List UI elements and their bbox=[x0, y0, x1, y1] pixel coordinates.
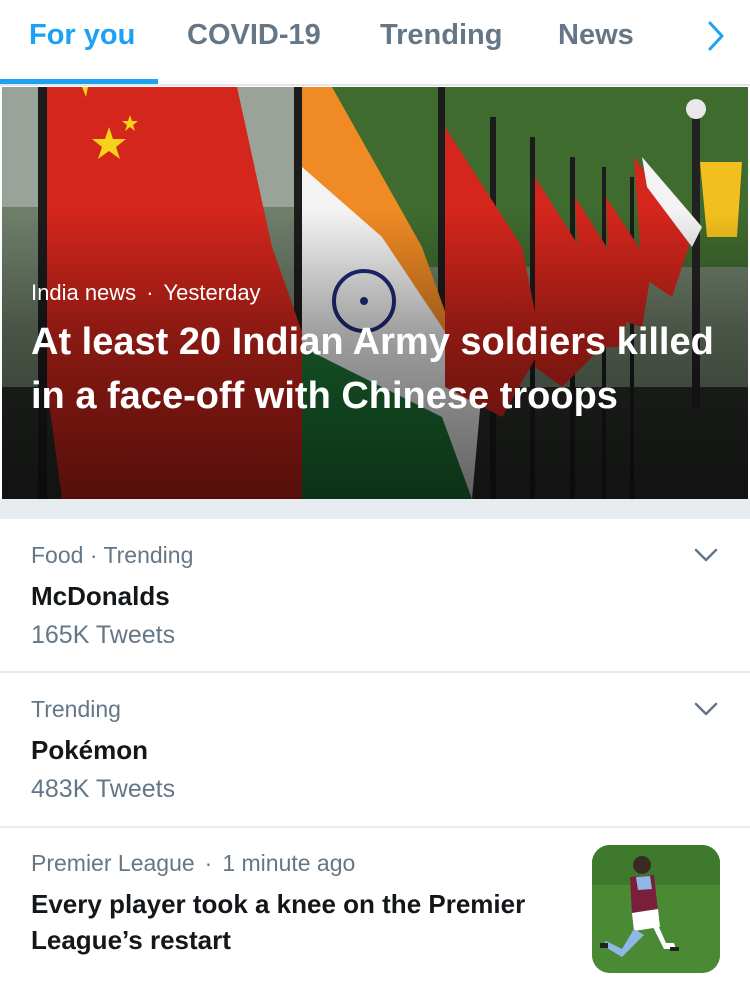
chevron-down-icon[interactable] bbox=[692, 699, 720, 719]
player-kneeling-image bbox=[592, 845, 720, 973]
explore-tab-bar: For you COVID-19 Trending News bbox=[0, 0, 750, 86]
hero-story-card[interactable]: India news · Yesterday At least 20 Indian … bbox=[2, 87, 748, 499]
hero-meta: India news · Yesterday bbox=[31, 280, 261, 306]
news-story-item[interactable]: Premier League · 1 minute ago Every player… bbox=[0, 828, 750, 988]
hero-category: India news bbox=[31, 280, 137, 305]
story-time: 1 minute ago bbox=[222, 850, 356, 876]
trend-context: Food · Trending bbox=[31, 542, 194, 568]
trend-title: Pokémon bbox=[31, 735, 149, 765]
story-meta: Premier League · 1 minute ago bbox=[31, 850, 355, 877]
trend-tweet-count: 483K Tweets bbox=[31, 775, 176, 803]
trend-item[interactable]: Trending Pokémon 483K Tweets bbox=[0, 673, 750, 828]
chevron-right-icon[interactable] bbox=[698, 18, 734, 54]
hero-time: Yesterday bbox=[163, 280, 261, 305]
hero-headline[interactable]: At least 20 Indian Army soldiers killed … bbox=[31, 315, 731, 423]
tab-trending[interactable]: Trending bbox=[380, 0, 502, 84]
story-thumbnail[interactable] bbox=[592, 845, 720, 973]
trend-context: Trending bbox=[31, 696, 121, 722]
chevron-down-icon[interactable] bbox=[692, 545, 720, 565]
tab-news[interactable]: News bbox=[558, 0, 634, 84]
tab-for-you[interactable]: For you bbox=[29, 0, 135, 84]
active-tab-indicator bbox=[0, 79, 158, 84]
story-separator: · bbox=[204, 850, 213, 876]
story-category: Premier League bbox=[31, 850, 195, 876]
hero-separator: · bbox=[146, 280, 154, 305]
story-headline: Every player took a knee on the Premier … bbox=[31, 889, 526, 955]
section-divider bbox=[0, 499, 750, 519]
trend-title: McDonalds bbox=[31, 581, 170, 611]
trend-tweet-count: 165K Tweets bbox=[31, 621, 176, 649]
trend-item[interactable]: Food · Trending McDonalds 165K Tweets bbox=[0, 519, 750, 673]
tab-covid-19[interactable]: COVID-19 bbox=[187, 0, 321, 84]
